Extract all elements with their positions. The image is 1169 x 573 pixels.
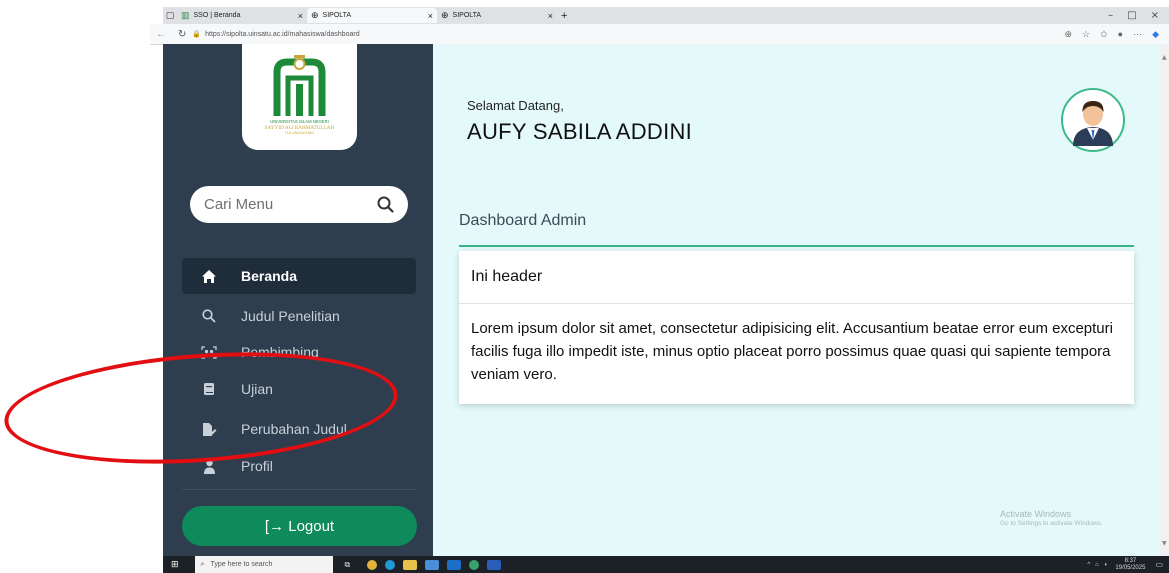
close-tab-icon[interactable]: × <box>548 11 553 21</box>
logout-label: [→ Logout <box>264 517 335 535</box>
taskbar-search-placeholder: Type here to search <box>210 561 273 568</box>
favorites-icon[interactable]: ✩ <box>1100 29 1108 40</box>
browser-app-icon[interactable] <box>468 559 479 570</box>
system-tray: ^ ⌂ ◖ 8:37 19/05/2025 ▭ <box>1087 558 1163 572</box>
globe-icon: ⊕ <box>441 10 449 20</box>
logo-line-3: TULUNGAGUNG <box>285 131 315 135</box>
watermark-line-2: Go to Settings to activate Windows. <box>1000 520 1103 527</box>
notification-icon[interactable]: ▭ <box>1155 560 1163 569</box>
close-window-button[interactable]: × <box>1151 10 1159 21</box>
sso-favicon-icon: ▥ <box>181 10 190 20</box>
tab-label: SIPOLTA <box>322 12 352 19</box>
zoom-icon[interactable]: ⊕ <box>1064 29 1072 40</box>
reload-icon[interactable]: ↻ <box>178 29 186 40</box>
page-scrollbar[interactable]: ▲ ▼ <box>1160 44 1169 556</box>
globe-icon: ⊕ <box>311 10 319 20</box>
word-app-icon[interactable] <box>486 559 501 570</box>
watermark-line-1: Activate Windows <box>1000 509 1072 519</box>
browser-toolbar: ⊕ ☆ ✩ ● ⋯ ◆ <box>1064 29 1159 40</box>
sidebar-item-judul-penelitian[interactable]: Judul Penelitian <box>182 298 416 334</box>
edge-app-icon[interactable] <box>384 559 395 570</box>
search-icon[interactable] <box>377 196 394 213</box>
maximize-button[interactable]: □ <box>1127 10 1136 21</box>
url-text: https://sipolta.uinsatu.ac.id/mahasiswa/… <box>205 30 360 38</box>
close-tab-icon[interactable]: × <box>428 11 433 21</box>
window-controls: – □ × <box>1108 10 1159 21</box>
menu-search[interactable]: Cari Menu <box>190 186 408 223</box>
lock-icon: 🔒 <box>192 31 202 38</box>
search-icon: ⌕ <box>200 560 205 568</box>
sidebar-divider <box>182 489 416 490</box>
logo-line-1: UNIVERSITAS ISLAM NEGERI <box>270 119 329 124</box>
clock-date: 19/05/2025 <box>1115 564 1146 571</box>
dashboard-divider <box>459 245 1134 247</box>
network-icon[interactable]: ⌂ <box>1095 562 1099 568</box>
back-icon[interactable]: ← <box>156 29 166 40</box>
browser-tab-bar: ▢ ▥ SSO | Beranda × ⊕ SIPOLTA × ⊕ SIPOLT… <box>163 7 1169 24</box>
user-avatar-icon <box>1073 101 1113 146</box>
scroll-down-icon[interactable]: ▼ <box>1162 540 1167 547</box>
task-view-icon[interactable]: ⧉ <box>345 560 359 570</box>
greeting-text: Selamat Datang, <box>467 98 564 113</box>
url-field[interactable]: 🔒 https://sipolta.uinsatu.ac.id/mahasisw… <box>192 27 432 41</box>
taskbar-search[interactable]: ⌕ Type here to search <box>194 556 333 573</box>
card-body-text: Lorem ipsum dolor sit amet, consectetur … <box>471 320 1113 383</box>
close-tab-icon[interactable]: × <box>298 11 303 21</box>
user-name: AUFY SABILA ADDINI <box>467 119 693 144</box>
new-tab-button[interactable]: + <box>557 8 571 23</box>
more-icon[interactable]: ⋯ <box>1133 29 1142 40</box>
avatar[interactable] <box>1061 88 1125 152</box>
windows-taskbar: ⊞ ⌕ Type here to search ⧉ ^ ⌂ ◖ 8:37 19/… <box>163 556 1169 573</box>
browser-tab-sipolta[interactable]: ⊕ SIPOLTA × <box>437 8 557 23</box>
browser-tab-sipolta-active[interactable]: ⊕ SIPOLTA × <box>307 8 437 23</box>
search-icon <box>199 309 219 323</box>
home-icon <box>199 269 219 284</box>
clock-time: 8:37 <box>1124 557 1137 564</box>
minimize-button[interactable]: – <box>1108 10 1113 21</box>
card-header: Ini header <box>471 268 543 285</box>
search-input[interactable]: Cari Menu <box>204 196 377 213</box>
logout-button[interactable]: [→ Logout <box>182 506 417 546</box>
sidebar-item-label: Judul Penelitian <box>241 308 340 324</box>
tab-label: SIPOLTA <box>452 12 482 19</box>
tab-label: SSO | Beranda <box>193 12 241 19</box>
browser-tab-sso[interactable]: ▥ SSO | Beranda × <box>177 8 307 23</box>
sidebar-item-label: Beranda <box>241 268 298 284</box>
windows-start-icon[interactable]: ⊞ <box>171 560 179 570</box>
activate-windows-watermark: Activate Windows Go to Settings to activ… <box>1000 509 1103 527</box>
scroll-up-icon[interactable]: ▲ <box>1162 54 1167 61</box>
tab-actions-icon[interactable]: ▢ <box>163 10 177 22</box>
outlook-app-icon[interactable] <box>446 559 461 570</box>
browser-address-bar: ← ↻ 🔒 https://sipolta.uinsatu.ac.id/maha… <box>150 24 1169 45</box>
explorer-app-icon[interactable] <box>402 559 417 570</box>
chrome-app-icon[interactable] <box>366 559 377 570</box>
copilot-icon[interactable]: ◆ <box>1152 29 1159 40</box>
profile-icon[interactable]: ● <box>1118 29 1123 39</box>
dashboard-title: Dashboard Admin <box>459 212 587 229</box>
tray-chevron-icon[interactable]: ^ <box>1087 562 1090 568</box>
volume-icon[interactable]: ◖ <box>1104 562 1108 568</box>
university-logo: UNIVERSITAS ISLAM NEGERI SAYYID ALI RAHM… <box>242 44 357 150</box>
sidebar-item-label: Profil <box>241 458 273 474</box>
favorite-star-icon[interactable]: ☆ <box>1082 29 1090 40</box>
card-divider <box>459 303 1134 304</box>
uin-logo-icon: UNIVERSITAS ISLAM NEGERI SAYYID ALI RAHM… <box>265 55 335 135</box>
taskbar-clock[interactable]: 8:37 19/05/2025 <box>1115 558 1145 572</box>
store-app-icon[interactable] <box>424 559 439 570</box>
sidebar-item-beranda[interactable]: Beranda <box>182 258 416 294</box>
